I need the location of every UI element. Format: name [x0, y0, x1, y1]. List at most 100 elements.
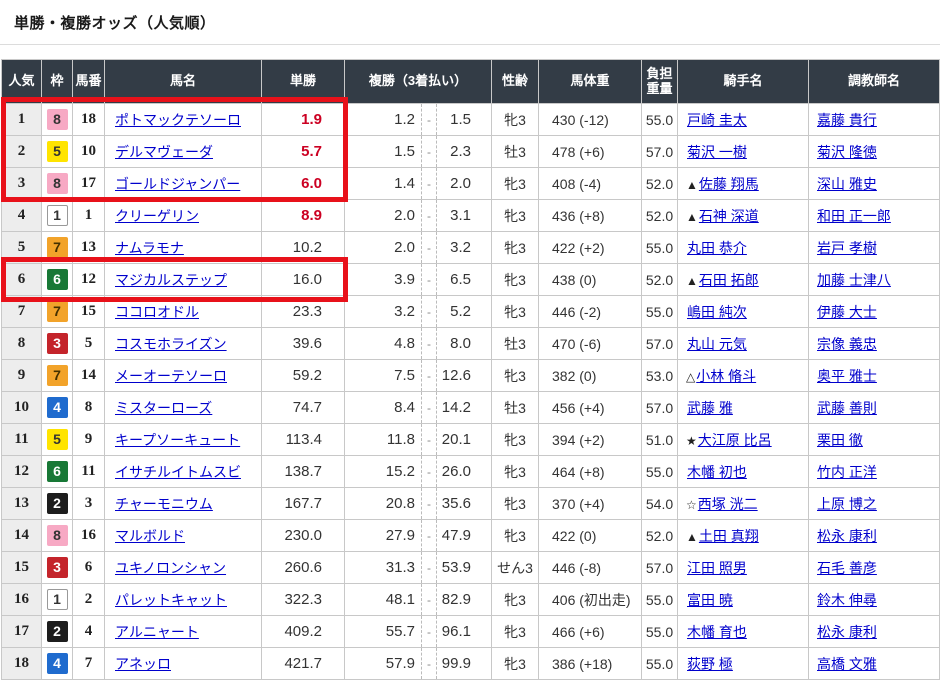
- horse-name-link[interactable]: イサチルイトムスビ: [115, 464, 241, 480]
- win-odds-cell: 10.2: [262, 232, 345, 264]
- jockey-link[interactable]: 江田 照男: [687, 560, 747, 576]
- horse-name-link[interactable]: キープソーキュート: [115, 432, 240, 448]
- win-odds-cell: 322.3: [262, 584, 345, 616]
- header-carried-line1: 負担: [642, 67, 677, 82]
- horse-name-link[interactable]: ナムラモナ: [115, 240, 184, 256]
- horse-name-link[interactable]: パレットキャット: [115, 592, 227, 608]
- horse-name-link[interactable]: アルニャート: [115, 624, 199, 640]
- trainer-cell: 加藤 士津八: [809, 264, 940, 296]
- trainer-link[interactable]: 宗像 義忠: [817, 336, 877, 352]
- horse-name-link[interactable]: チャーモニウム: [115, 496, 213, 512]
- frame-cell: 4: [42, 648, 73, 680]
- place-odds-max: 96.1: [437, 616, 492, 648]
- jockey-link[interactable]: 嶋田 純次: [687, 304, 747, 320]
- jockey-link[interactable]: 石田 拓郎: [699, 272, 759, 288]
- place-odds-separator: -: [422, 552, 437, 584]
- trainer-link[interactable]: 栗田 徹: [817, 432, 863, 448]
- jockey-link[interactable]: 佐藤 翔馬: [699, 176, 759, 192]
- frame-cell: 8: [42, 104, 73, 136]
- horse-weight-cell: 478 (+6): [539, 136, 642, 168]
- horse-name-link[interactable]: クリーゲリン: [115, 208, 199, 224]
- jockey-link[interactable]: 荻野 極: [687, 656, 733, 672]
- place-odds-max: 8.0: [437, 328, 492, 360]
- horse-name-cell: マルボルド: [105, 520, 262, 552]
- place-odds-min: 2.0: [345, 232, 422, 264]
- jockey-link[interactable]: 戸崎 圭太: [687, 112, 747, 128]
- header-row: 人気 枠 馬番 馬名 単勝 複勝（3着払い） 性齢 馬体重 負担重量 騎手名 調…: [2, 60, 940, 104]
- trainer-link[interactable]: 和田 正一郎: [817, 208, 891, 224]
- trainer-cell: 石毛 善彦: [809, 552, 940, 584]
- jockey-link[interactable]: 西塚 洸二: [698, 496, 758, 512]
- table-row: 2 5 10 デルマヴェーダ 5.7 1.5 - 2.3 牡3 478 (+6)…: [2, 136, 940, 168]
- frame-badge: 4: [47, 397, 68, 418]
- horse-name-link[interactable]: マジカルステップ: [115, 272, 227, 288]
- frame-cell: 5: [42, 136, 73, 168]
- horse-name-link[interactable]: メーオーテソーロ: [115, 368, 227, 384]
- place-odds-max: 6.5: [437, 264, 492, 296]
- horse-weight-cell: 394 (+2): [539, 424, 642, 456]
- jockey-link[interactable]: 丸山 元気: [687, 336, 747, 352]
- jockey-link[interactable]: 土田 真翔: [699, 528, 759, 544]
- carried-weight-cell: 52.0: [642, 168, 678, 200]
- place-odds-separator: -: [422, 104, 437, 136]
- horse-name-link[interactable]: ゴールドジャンパー: [115, 176, 240, 192]
- rank-cell: 18: [2, 648, 42, 680]
- trainer-link[interactable]: 奥平 雅士: [817, 368, 877, 384]
- trainer-link[interactable]: 嘉藤 貴行: [817, 112, 877, 128]
- trainer-link[interactable]: 上原 博之: [817, 496, 877, 512]
- jockey-link[interactable]: 丸田 恭介: [687, 240, 747, 256]
- trainer-link[interactable]: 竹内 正洋: [817, 464, 877, 480]
- jockey-link[interactable]: 大江原 比呂: [698, 432, 772, 448]
- trainer-cell: 上原 博之: [809, 488, 940, 520]
- table-row: 15 3 6 ユキノロンシャン 260.6 31.3 - 53.9 せん3 44…: [2, 552, 940, 584]
- horse-name-cell: ミスターローズ: [105, 392, 262, 424]
- odds-table-wrap: 人気 枠 馬番 馬名 単勝 複勝（3着払い） 性齢 馬体重 負担重量 騎手名 調…: [1, 59, 939, 680]
- trainer-link[interactable]: 菊沢 隆徳: [817, 144, 877, 160]
- trainer-link[interactable]: 鈴木 伸尋: [817, 592, 877, 608]
- frame-cell: 2: [42, 488, 73, 520]
- rank-cell: 13: [2, 488, 42, 520]
- sex-age-cell: 牡3: [492, 136, 539, 168]
- win-odds-value: 322.3: [284, 591, 322, 608]
- table-row: 18 4 7 アネッロ 421.7 57.9 - 99.9 牝3 386 (+1…: [2, 648, 940, 680]
- jockey-cell: 嶋田 純次: [678, 296, 809, 328]
- jockey-link[interactable]: 石神 深道: [699, 208, 759, 224]
- place-odds-max: 99.9: [437, 648, 492, 680]
- trainer-link[interactable]: 高橋 文雅: [817, 656, 877, 672]
- jockey-link[interactable]: 富田 暁: [687, 592, 733, 608]
- jockey-link[interactable]: 菊沢 一樹: [687, 144, 747, 160]
- horse-name-link[interactable]: マルボルド: [115, 528, 185, 544]
- frame-badge: 2: [47, 493, 68, 514]
- jockey-link[interactable]: 木幡 初也: [687, 464, 747, 480]
- win-odds-cell: 421.7: [262, 648, 345, 680]
- jockey-link[interactable]: 小林 脩斗: [696, 368, 756, 384]
- horse-name-link[interactable]: ユキノロンシャン: [115, 560, 226, 576]
- horse-name-cell: キープソーキュート: [105, 424, 262, 456]
- horse-name-link[interactable]: ミスターローズ: [115, 400, 212, 416]
- sex-age-cell: 牝3: [492, 360, 539, 392]
- trainer-link[interactable]: 伊藤 大士: [817, 304, 877, 320]
- trainer-link[interactable]: 石毛 善彦: [817, 560, 877, 576]
- frame-cell: 2: [42, 616, 73, 648]
- frame-badge: 7: [47, 301, 68, 322]
- place-odds-separator: -: [422, 456, 437, 488]
- win-odds-value: 167.7: [284, 495, 322, 512]
- place-odds-max: 3.2: [437, 232, 492, 264]
- trainer-link[interactable]: 松永 康利: [817, 624, 877, 640]
- horse-name-link[interactable]: ココロオドル: [115, 304, 199, 320]
- horse-name-link[interactable]: コスモホライズン: [115, 336, 227, 352]
- horse-name-link[interactable]: アネッロ: [115, 656, 171, 672]
- horse-name-cell: デルマヴェーダ: [105, 136, 262, 168]
- horse-name-link[interactable]: ポトマックテソーロ: [115, 112, 241, 128]
- horse-name-link[interactable]: デルマヴェーダ: [115, 144, 213, 160]
- table-row: 6 6 12 マジカルステップ 16.0 3.9 - 6.5 牝3 438 (0…: [2, 264, 940, 296]
- trainer-cell: 竹内 正洋: [809, 456, 940, 488]
- jockey-link[interactable]: 武藤 雅: [687, 400, 733, 416]
- jockey-link[interactable]: 木幡 育也: [687, 624, 747, 640]
- trainer-link[interactable]: 松永 康利: [817, 528, 877, 544]
- trainer-link[interactable]: 岩戸 孝樹: [817, 240, 877, 256]
- trainer-link[interactable]: 深山 雅史: [817, 176, 877, 192]
- trainer-link[interactable]: 武藤 善則: [817, 400, 877, 416]
- header-horse-no: 馬番: [73, 60, 105, 104]
- trainer-link[interactable]: 加藤 士津八: [817, 272, 891, 288]
